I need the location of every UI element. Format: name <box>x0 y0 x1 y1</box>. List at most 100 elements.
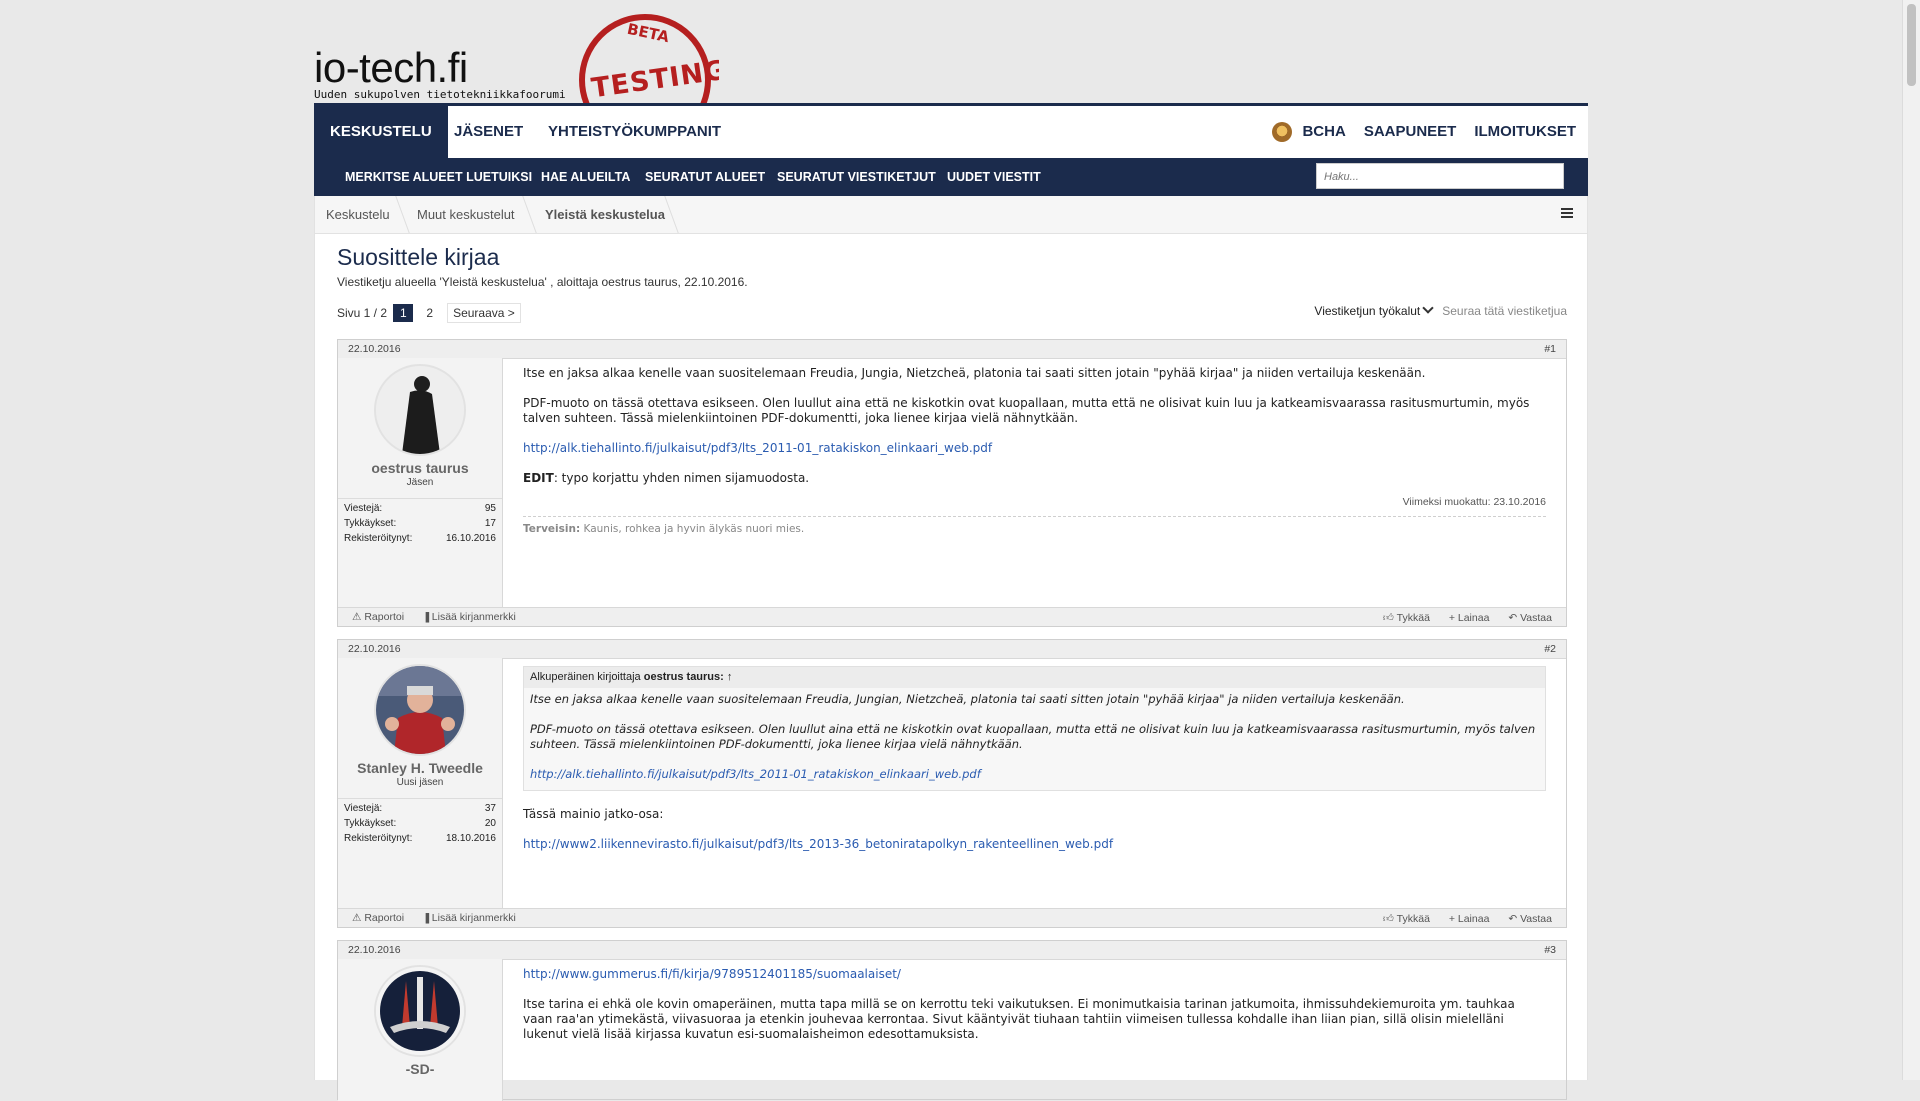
post-link[interactable]: http://www2.liikennevirasto.fi/julkaisut… <box>523 837 1113 851</box>
subnav-watched-forums[interactable]: SEURATUT ALUEET <box>645 158 765 196</box>
like-button[interactable]: 👍︎ Tykkää <box>1383 913 1430 925</box>
subnav-new-posts[interactable]: UUDET VIESTIT <box>947 158 1041 196</box>
post-link[interactable]: http://www.gummerus.fi/fi/kirja/97895124… <box>523 967 901 981</box>
stat-label: Viestejä: <box>344 803 383 814</box>
reply-icon: ↶ <box>1508 612 1518 624</box>
breadcrumb-muut-keskustelut[interactable]: Muut keskustelut <box>417 196 515 233</box>
reply-button[interactable]: ↶ Vastaa <box>1508 913 1552 925</box>
post-text: PDF-muoto on tässä otettava esikseen. Ol… <box>523 396 1530 425</box>
username[interactable]: Stanley H. Tweedle <box>338 760 502 776</box>
breadcrumb-separator <box>522 196 537 233</box>
search-box[interactable] <box>1316 163 1564 189</box>
page-2-button[interactable]: 2 <box>420 304 440 322</box>
chevron-down-icon[interactable] <box>1422 302 1434 314</box>
post-1: 22.10.2016 #1 oestrus taurus Jäsen Viest… <box>337 339 1567 627</box>
post-text: Tässä mainio jatko-osa: <box>523 807 664 821</box>
page-title: Suosittele kirjaa <box>337 244 500 270</box>
page-scrollbar[interactable] <box>1902 0 1920 1080</box>
avatar-photo <box>376 666 464 754</box>
stat-likes: 17 <box>484 518 496 529</box>
site-name[interactable]: io-tech.fi <box>314 44 566 92</box>
post-date: 22.10.2016 <box>348 343 401 355</box>
breadcrumb-separator <box>664 196 679 233</box>
subnav-search-forums[interactable]: HAE ALUEILTA <box>541 158 630 196</box>
reply-label: Vastaa <box>1520 913 1552 925</box>
last-edited-note: Viimeksi muokattu: 23.10.2016 <box>1402 496 1546 508</box>
post-number[interactable]: #2 <box>1544 643 1556 655</box>
breadcrumb: Keskustelu Muut keskustelut Yleistä kesk… <box>315 196 1587 234</box>
avatar[interactable] <box>374 965 466 1057</box>
inbox-link[interactable]: SAAPUNEET <box>1364 123 1457 140</box>
quote-body: Itse en jaksa alkaa kenelle vaan suosite… <box>524 688 1545 790</box>
stat-label: Tykkäykset: <box>344 818 397 829</box>
main-nav: KESKUSTELU JÄSENET YHTEISTYÖKUMPPANIT BC… <box>314 103 1588 158</box>
search-input[interactable] <box>1322 165 1562 189</box>
quote-text: Itse en jaksa alkaa kenelle vaan suosite… <box>530 692 1405 706</box>
post-body: Alkuperäinen kirjoittaja oestrus taurus:… <box>503 658 1566 875</box>
reply-button[interactable]: ↶ Vastaa <box>1508 612 1552 624</box>
user-stats: Viestejä: 37 Tykkäykset: 20 Rekisteröityny… <box>338 798 502 848</box>
bookmark-button[interactable]: ❚Lisää kirjanmerkki <box>423 611 516 623</box>
thread-tools: Viestiketjun työkalut Seuraa tätä viestik… <box>1314 302 1567 318</box>
scrollbar-thumb[interactable] <box>1907 4 1916 86</box>
page-1-button[interactable]: 1 <box>393 304 414 322</box>
alerts-link[interactable]: ILMOITUKSET <box>1474 123 1576 140</box>
menu-icon[interactable] <box>1561 208 1573 220</box>
tab-jasenet[interactable]: JÄSENET <box>454 106 523 158</box>
thumbs-up-icon: 👍︎ <box>1382 612 1394 624</box>
user-stats: Viestejä: 95 Tykkäykset: 17 Rekisteröityny… <box>338 498 502 548</box>
like-button[interactable]: 👍︎ Tykkää <box>1383 612 1430 624</box>
user-avatar-icon[interactable] <box>1272 122 1293 143</box>
breadcrumb-keskustelu[interactable]: Keskustelu <box>326 196 390 233</box>
post-number[interactable]: #3 <box>1544 944 1556 956</box>
post-footer: ⚠ Raportoi ❚Lisää kirjanmerkki 👍︎ Tykkää… <box>338 607 1566 626</box>
site-logo[interactable]: io-tech.fi Uuden sukupolven tietotekniik… <box>314 44 566 101</box>
username[interactable]: oestrus taurus <box>338 460 502 476</box>
quote-header: Alkuperäinen kirjoittaja oestrus taurus:… <box>524 667 1545 688</box>
stat-posts: 95 <box>484 503 496 514</box>
follow-thread-link[interactable]: Seuraa tätä viestiketjua <box>1442 304 1567 318</box>
username[interactable]: -SD- <box>338 1061 502 1077</box>
pagination: Sivu 1 / 2 1 2 Seuraava > <box>337 303 521 323</box>
bookmark-label: Lisää kirjanmerkki <box>431 912 516 924</box>
breadcrumb-current[interactable]: Yleistä keskustelua <box>545 196 665 233</box>
quote-author[interactable]: oestrus taurus: <box>644 671 724 683</box>
bookmark-button[interactable]: ❚Lisää kirjanmerkki <box>423 912 516 924</box>
user-panel: Stanley H. Tweedle Uusi jäsen Viestejä: 3… <box>338 658 503 910</box>
tab-keskustelu[interactable]: KESKUSTELU <box>314 106 448 158</box>
report-button[interactable]: ⚠ Raportoi <box>352 611 404 623</box>
stat-label: Tykkäykset: <box>344 518 397 529</box>
report-button[interactable]: ⚠ Raportoi <box>352 912 404 924</box>
quote-link[interactable]: http://alk.tiehallinto.fi/julkaisut/pdf3… <box>530 767 981 781</box>
signature: Terveisin: Kaunis, rohkea ja hyvin älykä… <box>523 516 1546 537</box>
stat-likes: 20 <box>484 818 496 829</box>
arrow-up-icon[interactable]: ↑ <box>727 671 733 683</box>
main-content: Keskustelu Muut keskustelut Yleistä kesk… <box>314 196 1588 1101</box>
subnav-watched-threads[interactable]: SEURATUT VIESTIKETJUT <box>777 158 936 196</box>
thread-tools-dropdown[interactable]: Viestiketjun työkalut <box>1314 304 1420 318</box>
next-page-button[interactable]: Seuraava > <box>447 303 521 323</box>
post-body: Itse en jaksa alkaa kenelle vaan suosite… <box>503 358 1566 545</box>
bookmark-icon: ❚ <box>422 912 432 924</box>
quote-button[interactable]: + Lainaa <box>1449 913 1490 925</box>
quote-button[interactable]: + Lainaa <box>1449 612 1490 624</box>
stat-registered: 18.10.2016 <box>445 833 496 844</box>
post-header: 22.10.2016 #3 <box>338 941 1566 960</box>
avatar-silhouette <box>376 366 464 454</box>
avatar[interactable] <box>374 364 466 456</box>
post-3: 22.10.2016 #3 -SD- http://www.gummerus.f… <box>337 940 1567 1101</box>
reply-icon: ↶ <box>1508 913 1518 925</box>
subnav-mark-read[interactable]: MERKITSE ALUEET LUETUIKSI <box>345 158 532 196</box>
signature-text: Kaunis, rohkea ja hyvin älykäs nuori mie… <box>583 523 805 535</box>
user-role: Uusi jäsen <box>396 777 444 788</box>
post-link[interactable]: http://alk.tiehallinto.fi/julkaisut/pdf3… <box>523 441 992 455</box>
signature-label: Terveisin: <box>523 523 581 535</box>
stat-label: Viestejä: <box>344 503 383 514</box>
user-menu-link[interactable]: BCHA <box>1302 123 1345 140</box>
report-label: Raportoi <box>364 611 405 623</box>
quote-label: Alkuperäinen kirjoittaja <box>530 671 641 683</box>
tab-yhteistyokumppanit[interactable]: YHTEISTYÖKUMPPANIT <box>548 106 721 158</box>
post-number[interactable]: #1 <box>1544 343 1556 355</box>
sub-nav: MERKITSE ALUEET LUETUIKSI HAE ALUEILTA S… <box>314 158 1588 196</box>
avatar[interactable] <box>374 664 466 756</box>
